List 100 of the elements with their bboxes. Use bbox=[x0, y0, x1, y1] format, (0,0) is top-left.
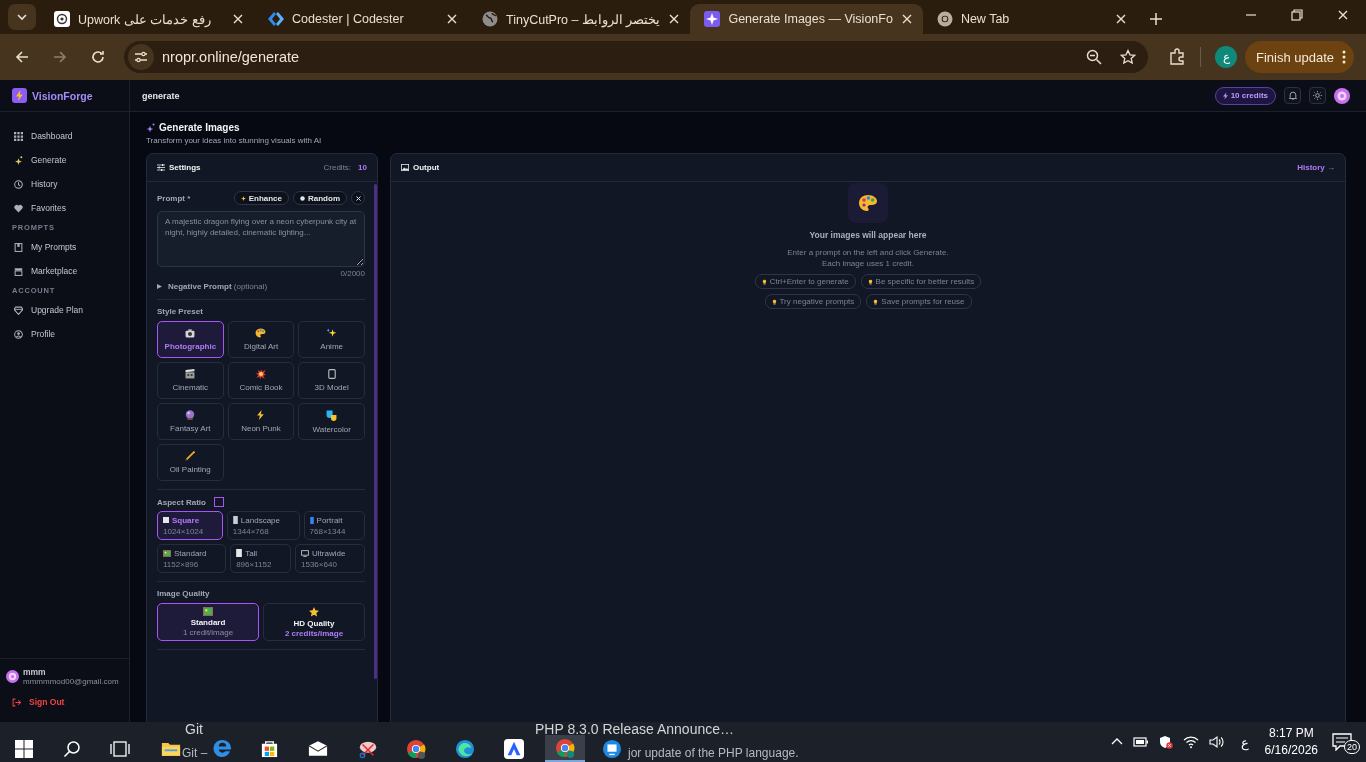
tab-close-icon[interactable] bbox=[668, 13, 681, 25]
empty-state-title: Your images will appear here bbox=[809, 230, 927, 240]
sidebar-item[interactable]: Upgrade Plan bbox=[8, 298, 121, 322]
puzzle-icon[interactable] bbox=[1168, 48, 1186, 66]
clock[interactable]: 8:17 PM 6/16/2026 bbox=[1264, 725, 1318, 759]
wifi-icon[interactable] bbox=[1182, 735, 1199, 749]
style-preset-option[interactable]: 3D Model bbox=[298, 362, 365, 399]
style-preset-option[interactable]: Fantasy Art bbox=[157, 403, 224, 440]
finish-update-button[interactable]: Finish update bbox=[1245, 41, 1355, 73]
tab-close-icon[interactable] bbox=[900, 13, 913, 25]
sidebar-item[interactable]: Dashboard bbox=[8, 124, 121, 148]
prompt-field[interactable]: A majestic dragon flying over a neon cyberpunk city at night, highly detailed, cinematic lighting... bbox=[157, 211, 365, 267]
browser-tab[interactable]: New Tab bbox=[922, 4, 1137, 34]
shield-warning-icon[interactable] bbox=[1158, 735, 1173, 749]
forward-icon[interactable] bbox=[52, 49, 68, 65]
battery-icon[interactable] bbox=[1132, 736, 1149, 748]
history-link[interactable]: History → bbox=[1297, 163, 1335, 172]
tab-close-icon[interactable] bbox=[232, 13, 244, 25]
address-bar[interactable]: nropr.online/generate bbox=[124, 41, 1148, 73]
quality-option[interactable]: Standard 1 credit/image bbox=[157, 603, 259, 641]
avatar-icon[interactable] bbox=[1334, 87, 1350, 104]
style-preset-option[interactable]: Oil Painting bbox=[157, 444, 224, 481]
shopping-bag-icon[interactable] bbox=[259, 739, 279, 758]
sidebar-item[interactable]: History bbox=[8, 172, 121, 196]
scrollbar[interactable] bbox=[374, 184, 377, 679]
section-label: Style Preset bbox=[157, 307, 204, 316]
windows-start-icon[interactable] bbox=[15, 739, 33, 758]
sidebar-item[interactable]: Marketplace bbox=[8, 259, 121, 283]
notification-count: 20 bbox=[1344, 740, 1360, 754]
grid-icon bbox=[14, 131, 23, 141]
sidebar-item[interactable]: Generate bbox=[8, 148, 121, 172]
clear-button[interactable] bbox=[351, 191, 365, 205]
character-counter: 0/2000 bbox=[340, 269, 365, 278]
page-title: Generate Images bbox=[159, 122, 240, 133]
tab-close-icon[interactable] bbox=[1114, 13, 1127, 25]
theme-toggle-button[interactable] bbox=[1309, 87, 1326, 104]
new-tab-icon[interactable] bbox=[1148, 12, 1163, 26]
browser-tab[interactable]: Codester | Codester bbox=[254, 4, 468, 34]
swirl-browser-icon[interactable] bbox=[455, 738, 475, 759]
aspect-ratio-option[interactable]: Portrait 768×1344 bbox=[303, 511, 365, 540]
site-settings-icon[interactable] bbox=[134, 50, 148, 64]
e-browser-icon[interactable] bbox=[212, 739, 232, 758]
task-view-icon[interactable] bbox=[110, 739, 130, 758]
style-preset-option[interactable]: Neon Punk bbox=[227, 403, 295, 440]
store-icon bbox=[14, 266, 23, 276]
browser-tab[interactable]: TinyCutPro – يختصر الروابط bbox=[468, 4, 691, 34]
style-preset-option[interactable]: Photographic bbox=[157, 321, 224, 358]
style-preset-option[interactable]: Anime bbox=[298, 321, 365, 358]
preview-subtitle: jor update of the PHP language. bbox=[628, 746, 799, 760]
globe-icon bbox=[482, 11, 498, 27]
browser-tab[interactable]: Generate Images — VisionFo bbox=[690, 4, 923, 34]
notifications-button[interactable] bbox=[1284, 87, 1301, 104]
enhance-button[interactable]: Enhance bbox=[233, 191, 289, 205]
tab-close-icon[interactable] bbox=[446, 13, 458, 25]
empty-state-text: Enter a prompt on the left and click Generate. Each image uses 1 credit. bbox=[787, 247, 949, 270]
monitor-app-icon[interactable] bbox=[602, 738, 622, 759]
sparkle-icon bbox=[14, 155, 23, 165]
close-icon[interactable] bbox=[1337, 9, 1349, 21]
aspect-ratio-option[interactable]: Landscape 1344×768 bbox=[226, 511, 300, 540]
camera-icon bbox=[185, 328, 196, 338]
style-preset-option[interactable]: Watercolor bbox=[298, 403, 365, 440]
reload-icon[interactable] bbox=[90, 49, 106, 65]
aspect-ratio-option[interactable]: Ultrawide 1536×640 bbox=[295, 544, 365, 573]
square-outline-icon bbox=[213, 497, 224, 507]
sparkles-icon bbox=[326, 328, 338, 338]
input-language[interactable]: ع bbox=[1240, 734, 1249, 750]
sign-out-button[interactable]: Sign Out bbox=[6, 696, 71, 708]
close-icon bbox=[355, 195, 361, 201]
style-preset-option[interactable]: Cinematic bbox=[157, 362, 224, 399]
avatar-icon[interactable] bbox=[6, 670, 19, 683]
diamond-icon bbox=[268, 11, 284, 27]
aspect-ratio-option[interactable]: Square 1024×1024 bbox=[157, 511, 223, 540]
negative-prompt-toggle[interactable]: Negative Prompt (optional) bbox=[157, 282, 268, 291]
mail-icon[interactable] bbox=[308, 740, 328, 757]
random-button[interactable]: Random bbox=[293, 191, 347, 205]
lightbulb-icon bbox=[867, 278, 873, 285]
browser-tab[interactable]: رفع خدمات على Upwork bbox=[40, 4, 254, 34]
triangle-app-icon[interactable] bbox=[504, 738, 524, 759]
quality-option[interactable]: HD Quality 2 credits/image bbox=[263, 603, 365, 641]
credits-button[interactable]: 10 credits bbox=[1214, 86, 1276, 105]
volume-icon[interactable] bbox=[1208, 735, 1225, 749]
bookmark-star-icon[interactable] bbox=[1120, 49, 1136, 65]
aspect-ratio-option[interactable]: Standard 1152×896 bbox=[157, 544, 227, 573]
sidebar-item[interactable]: Profile bbox=[8, 322, 121, 346]
bell-icon bbox=[1288, 91, 1297, 100]
back-icon[interactable] bbox=[14, 49, 30, 65]
zoom-icon[interactable] bbox=[1086, 49, 1102, 65]
preview-title: Git bbox=[185, 722, 203, 736]
aspect-ratio-option[interactable]: Tall 896×1152 bbox=[230, 544, 291, 573]
tab-list-button[interactable] bbox=[8, 4, 36, 30]
search-icon[interactable] bbox=[63, 739, 81, 758]
tip-chip: Ctrl+Enter to generate bbox=[754, 274, 856, 290]
sparkle-icon bbox=[240, 195, 246, 201]
profile-avatar[interactable]: ع bbox=[1215, 46, 1237, 68]
sidebar-item[interactable]: Favorites bbox=[8, 196, 121, 220]
sidebar-item[interactable]: My Prompts bbox=[8, 235, 121, 259]
style-preset-option[interactable]: Comic Book bbox=[227, 362, 295, 399]
restore-icon[interactable] bbox=[1291, 9, 1303, 21]
folder-icon[interactable] bbox=[161, 740, 181, 757]
style-preset-option[interactable]: Digital Art bbox=[227, 321, 295, 358]
